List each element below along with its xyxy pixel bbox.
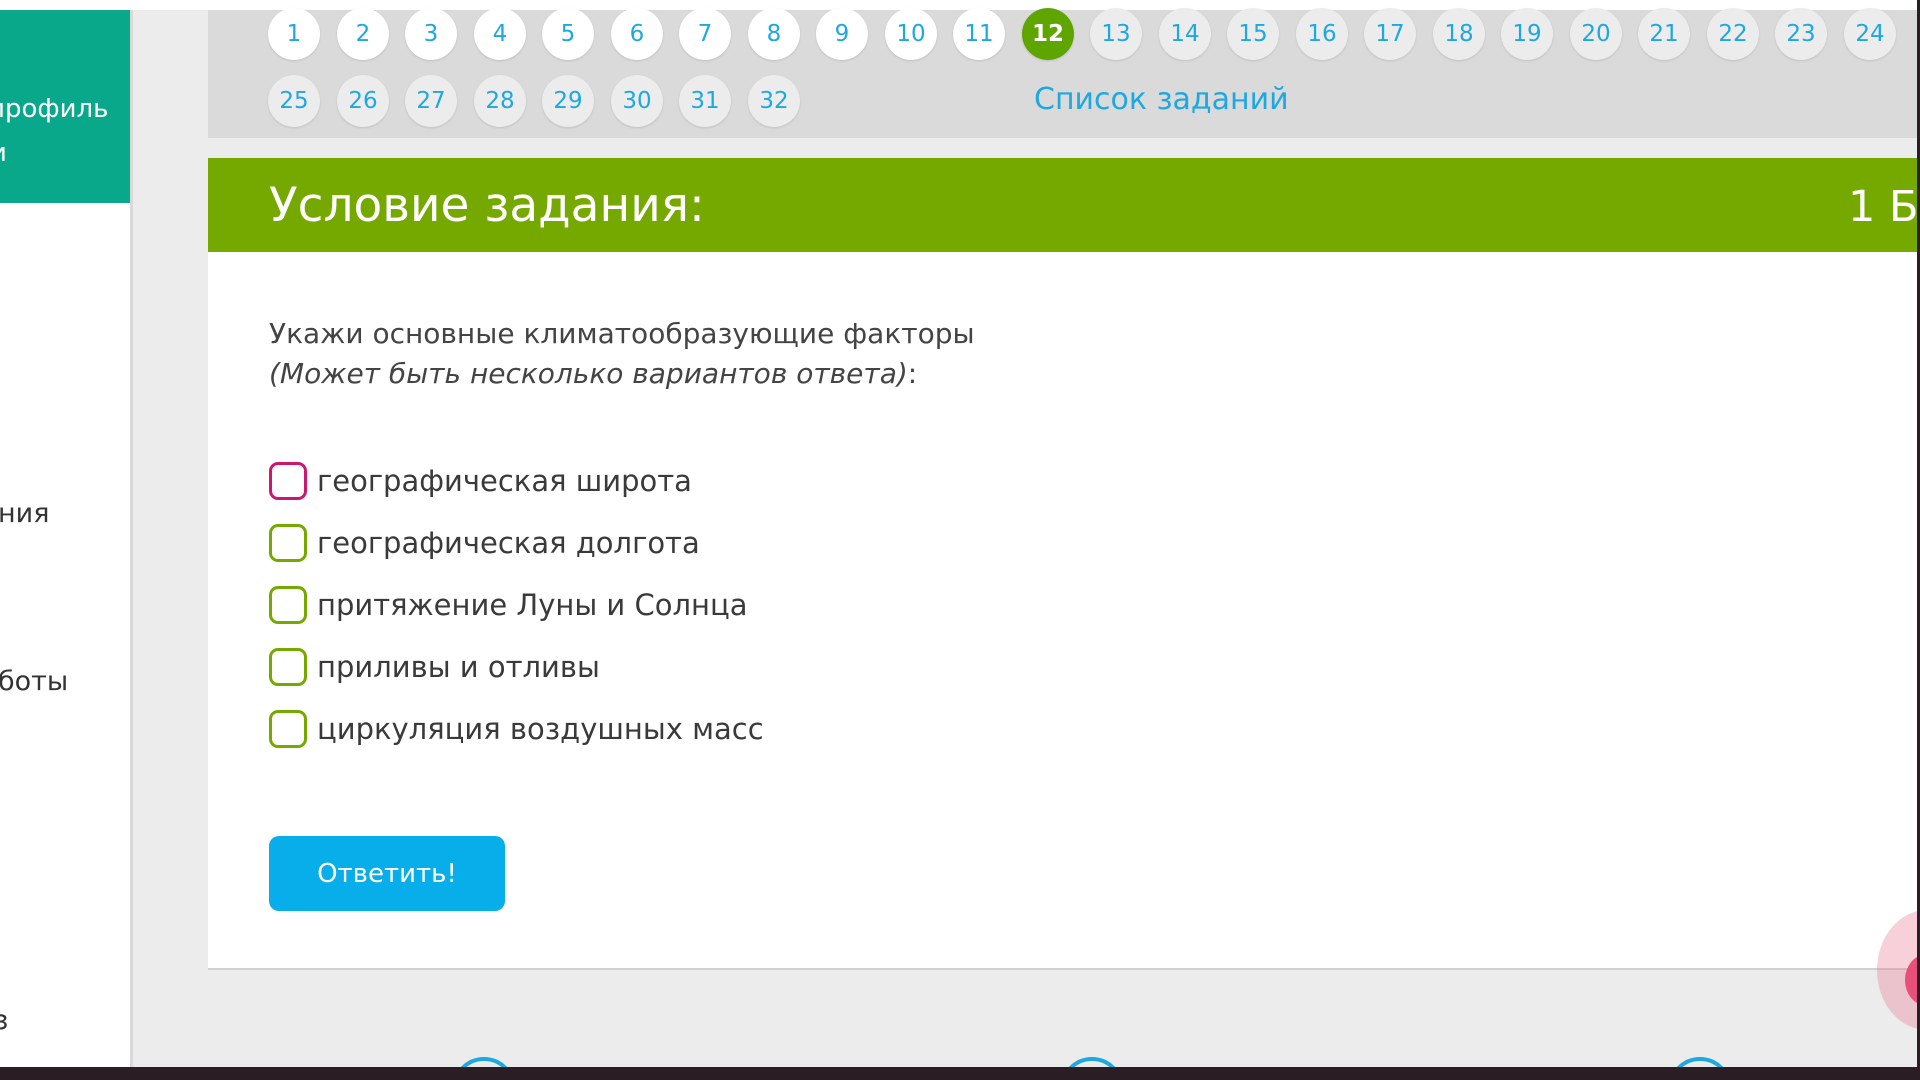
answer-checkbox[interactable] [269,524,307,562]
answer-option[interactable]: приливы и отливы [269,647,600,687]
note-suffix: : [907,357,918,390]
page-button-9[interactable]: 9 [816,8,868,60]
page-button-24[interactable]: 24 [1844,8,1896,60]
answer-option-label[interactable]: притяжение Луны и Солнца [317,588,748,622]
bottom-bar [0,1067,1920,1080]
answer-checkbox[interactable] [269,586,307,624]
answer-option[interactable]: географическая широта [269,461,692,501]
task-pagination: 1 2 3 4 5 6 7 8 9 10 11 12 13 14 15 16 1… [208,8,1917,138]
page-button-5[interactable]: 5 [542,8,594,60]
answer-checkbox[interactable] [269,648,307,686]
page-button-6[interactable]: 6 [611,8,663,60]
sidebar-item[interactable]: боты [0,666,68,697]
task-card: Условие задания: 1 Б Укажи основные клим… [208,158,1919,970]
sidebar-item-label: профиль [0,94,109,124]
multiple-answers-note: (Может быть несколько вариантов ответа) [269,357,908,390]
page-button-4[interactable]: 4 [474,8,526,60]
answer-option[interactable]: притяжение Луны и Солнца [269,585,748,625]
page-button-29[interactable]: 29 [542,75,594,127]
submit-answer-button[interactable]: Ответить! [269,836,505,911]
page-button-15[interactable]: 15 [1227,8,1279,60]
page-button-31[interactable]: 31 [679,75,731,127]
page-button-26[interactable]: 26 [337,75,389,127]
page-button-19[interactable]: 19 [1501,8,1553,60]
answer-checkbox[interactable] [269,710,307,748]
page-button-22[interactable]: 22 [1707,8,1759,60]
page-button-21[interactable]: 21 [1638,8,1690,60]
answer-option[interactable]: циркуляция воздушных масс [269,709,764,749]
page-button-2[interactable]: 2 [337,8,389,60]
answer-option[interactable]: географическая долгота [269,523,700,563]
answer-option-label[interactable]: приливы и отливы [317,650,600,684]
sidebar: профиль и ния боты з [0,10,133,1067]
answer-option-label[interactable]: циркуляция воздушных масс [317,712,764,746]
page-button-7[interactable]: 7 [679,8,731,60]
question-text: Укажи основные климатообразующие факторы [269,317,975,350]
page-button-8[interactable]: 8 [748,8,800,60]
answer-option-label[interactable]: географическая широта [317,464,692,498]
page-button-32[interactable]: 32 [748,75,800,127]
page-button-11[interactable]: 11 [953,8,1005,60]
question-note: (Может быть несколько вариантов ответа): [269,354,917,394]
page-button-16[interactable]: 16 [1296,8,1348,60]
page-button-30[interactable]: 30 [611,75,663,127]
page-button-10[interactable]: 10 [885,8,937,60]
sidebar-item[interactable]: ния [0,498,49,529]
page-button-23[interactable]: 23 [1775,8,1827,60]
answer-option-label[interactable]: географическая долгота [317,526,700,560]
page-button-3[interactable]: 3 [405,8,457,60]
task-list-link[interactable]: Список заданий [1034,82,1289,117]
page-button-17[interactable]: 17 [1364,8,1416,60]
page-button-18[interactable]: 18 [1433,8,1485,60]
page-button-1[interactable]: 1 [268,8,320,60]
task-condition-title: Условие задания: [269,178,705,233]
answer-checkbox[interactable] [269,462,307,500]
page-button-13[interactable]: 13 [1090,8,1142,60]
page-button-28[interactable]: 28 [474,75,526,127]
sidebar-item[interactable]: з [0,1005,8,1036]
page-button-12-active[interactable]: 12 [1022,8,1074,60]
page-button-25[interactable]: 25 [268,75,320,127]
sidebar-item-label: и [0,138,7,168]
page-button-27[interactable]: 27 [405,75,457,127]
task-points: 1 Б [1848,182,1919,232]
sidebar-item-profile[interactable]: профиль и [0,10,130,203]
page-button-14[interactable]: 14 [1159,8,1211,60]
task-card-header: Условие задания: 1 Б [208,158,1919,252]
page-button-20[interactable]: 20 [1570,8,1622,60]
